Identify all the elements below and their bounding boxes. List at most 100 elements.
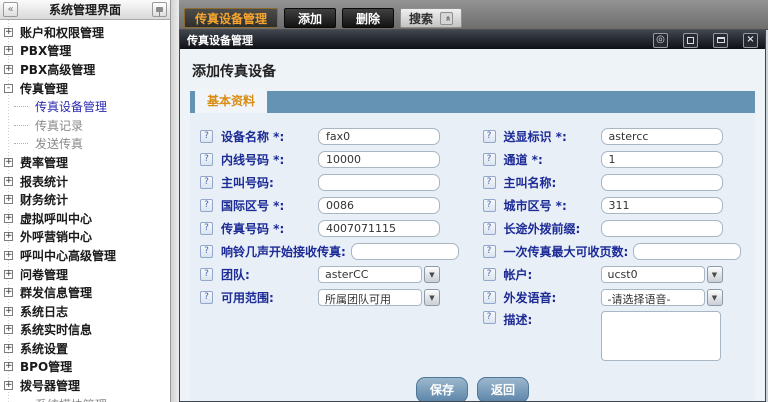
text-input[interactable] [318, 151, 440, 168]
collapse-sidebar-icon[interactable]: « [3, 2, 18, 17]
expand-node-icon[interactable]: + [4, 325, 13, 334]
text-input[interactable] [318, 174, 440, 191]
fax-device-window: 传真设备管理 ◎ × 添加传真设备 基本资料 ?设备名称 *:?内线号码 *:?… [179, 30, 766, 402]
sidebar-item[interactable]: +BPO管理 [0, 358, 170, 377]
text-input[interactable] [318, 128, 440, 145]
help-icon[interactable]: ? [200, 291, 213, 304]
sidebar-item[interactable]: +费率管理 [0, 153, 170, 172]
sidebar-item-label: 系统实时信息 [20, 321, 92, 338]
save-button[interactable]: 保存 [416, 377, 468, 401]
dropdown-arrow-icon[interactable]: ▼ [707, 266, 723, 283]
sidebar-item[interactable]: +虚拟呼叫中心 [0, 209, 170, 228]
delete-button[interactable]: 删除 [342, 8, 394, 28]
text-input[interactable] [601, 220, 723, 237]
maximize-window-icon[interactable] [683, 33, 698, 48]
back-button[interactable]: 返回 [477, 377, 529, 401]
sidebar-item[interactable]: +外呼营销中心 [0, 228, 170, 247]
help-icon[interactable]: ? [200, 245, 213, 258]
sidebar-item[interactable]: 传真设备管理 [0, 97, 170, 116]
expand-node-icon[interactable]: + [4, 251, 13, 260]
help-icon[interactable]: ? [483, 130, 496, 143]
expand-node-icon[interactable]: + [4, 307, 13, 316]
pin-icon[interactable] [152, 2, 167, 17]
expand-node-icon[interactable]: + [4, 195, 13, 204]
text-input[interactable] [601, 151, 723, 168]
expand-node-icon[interactable]: + [4, 362, 13, 371]
form-tabstrip: 基本资料 [190, 91, 755, 113]
dropdown-arrow-icon[interactable]: ▼ [707, 289, 723, 306]
help-icon[interactable]: ? [483, 153, 496, 166]
text-input[interactable] [601, 197, 723, 214]
sidebar-item[interactable]: +账户和权限管理 [0, 23, 170, 42]
sidebar-item[interactable]: 发送传真 [0, 135, 170, 154]
sidebar-item[interactable]: +财务统计 [0, 190, 170, 209]
help-icon[interactable]: ? [483, 311, 496, 324]
sidebar-item[interactable]: +拨号器管理 [0, 376, 170, 395]
help-icon[interactable]: ? [200, 222, 213, 235]
text-input[interactable] [633, 243, 741, 260]
help-icon[interactable]: ? [483, 291, 496, 304]
help-icon[interactable]: ? [200, 130, 213, 143]
help-icon[interactable]: ? [200, 176, 213, 189]
sidebar-item-label: 发送传真 [35, 135, 83, 152]
sidebar-item[interactable]: +系统日志 [0, 302, 170, 321]
help-icon[interactable]: ? [483, 199, 496, 212]
expand-node-icon[interactable]: + [4, 177, 13, 186]
tab-basic-info[interactable]: 基本资料 [195, 89, 267, 113]
expand-node-icon[interactable]: + [4, 65, 13, 74]
help-icon[interactable]: ? [200, 199, 213, 212]
dropdown-arrow-icon[interactable]: ▼ [424, 266, 440, 283]
collapse-search-icon[interactable]: « [440, 12, 453, 25]
help-icon[interactable]: ? [483, 245, 496, 258]
toolbar-tab-fax-device[interactable]: 传真设备管理 [184, 8, 278, 28]
sidebar-item[interactable]: +群发信息管理 [0, 283, 170, 302]
sidebar-item[interactable]: +PBX高级管理 [0, 60, 170, 79]
help-icon[interactable]: ? [483, 268, 496, 281]
expand-node-icon[interactable]: + [4, 288, 13, 297]
help-icon[interactable]: ? [483, 176, 496, 189]
sidebar-splitter[interactable] [171, 0, 179, 402]
help-icon[interactable]: ? [200, 153, 213, 166]
sidebar-item[interactable]: +PBX管理 [0, 42, 170, 61]
sidebar-item[interactable]: -传真管理 [0, 79, 170, 98]
text-input[interactable] [601, 128, 723, 145]
select-input[interactable]: 所属团队可用▼ [318, 289, 440, 306]
sidebar-item[interactable]: +报表统计 [0, 172, 170, 191]
form-row: ?外发语音:-请选择语音-▼ [473, 286, 756, 309]
expand-node-icon[interactable]: + [4, 232, 13, 241]
form-row: ?通道 *: [473, 148, 756, 171]
expand-node-icon[interactable]: + [4, 46, 13, 55]
help-icon[interactable]: ? [483, 222, 496, 235]
dropdown-arrow-icon[interactable]: ▼ [424, 289, 440, 306]
select-input[interactable]: asterCC▼ [318, 266, 440, 283]
select-input[interactable]: -请选择语音-▼ [601, 289, 723, 306]
expand-node-icon[interactable]: + [4, 214, 13, 223]
text-input[interactable] [601, 174, 723, 191]
description-textarea[interactable] [601, 311, 721, 361]
tree-connector [14, 106, 28, 107]
help-icon[interactable]: ? [200, 268, 213, 281]
sidebar-item[interactable]: + 系统实时信息 [0, 321, 170, 340]
expand-node-icon[interactable]: + [4, 381, 13, 390]
text-input[interactable] [318, 197, 440, 214]
search-button[interactable]: 搜索 « [400, 8, 462, 28]
select-input[interactable]: ucst0▼ [601, 266, 723, 283]
form-col-left: ?设备名称 *:?内线号码 *:?主叫号码:?国际区号 *:?传真号码 *:?响… [190, 125, 473, 361]
form-col-right: ?送显标识 *:?通道 *:?主叫名称:?城市区号 *:?长途外拨前缀:?一次传… [473, 125, 756, 361]
collapse-node-icon[interactable]: - [4, 84, 13, 93]
sidebar-item[interactable]: +系统设置 [0, 339, 170, 358]
text-input[interactable] [318, 220, 440, 237]
sidebar-item[interactable]: 系统模块管理 [0, 395, 170, 402]
expand-node-icon[interactable]: + [4, 344, 13, 353]
expand-node-icon[interactable]: + [4, 158, 13, 167]
expand-node-icon[interactable]: + [4, 28, 13, 37]
sidebar-item[interactable]: 传真记录 [0, 116, 170, 135]
close-window-icon[interactable]: × [743, 33, 758, 48]
refresh-window-icon[interactable]: ◎ [653, 33, 668, 48]
add-button[interactable]: 添加 [284, 8, 336, 28]
restore-window-icon[interactable] [713, 33, 728, 48]
sidebar-item[interactable]: +呼叫中心高级管理 [0, 246, 170, 265]
sidebar-item[interactable]: +问卷管理 [0, 265, 170, 284]
text-input[interactable] [351, 243, 459, 260]
expand-node-icon[interactable]: + [4, 270, 13, 279]
